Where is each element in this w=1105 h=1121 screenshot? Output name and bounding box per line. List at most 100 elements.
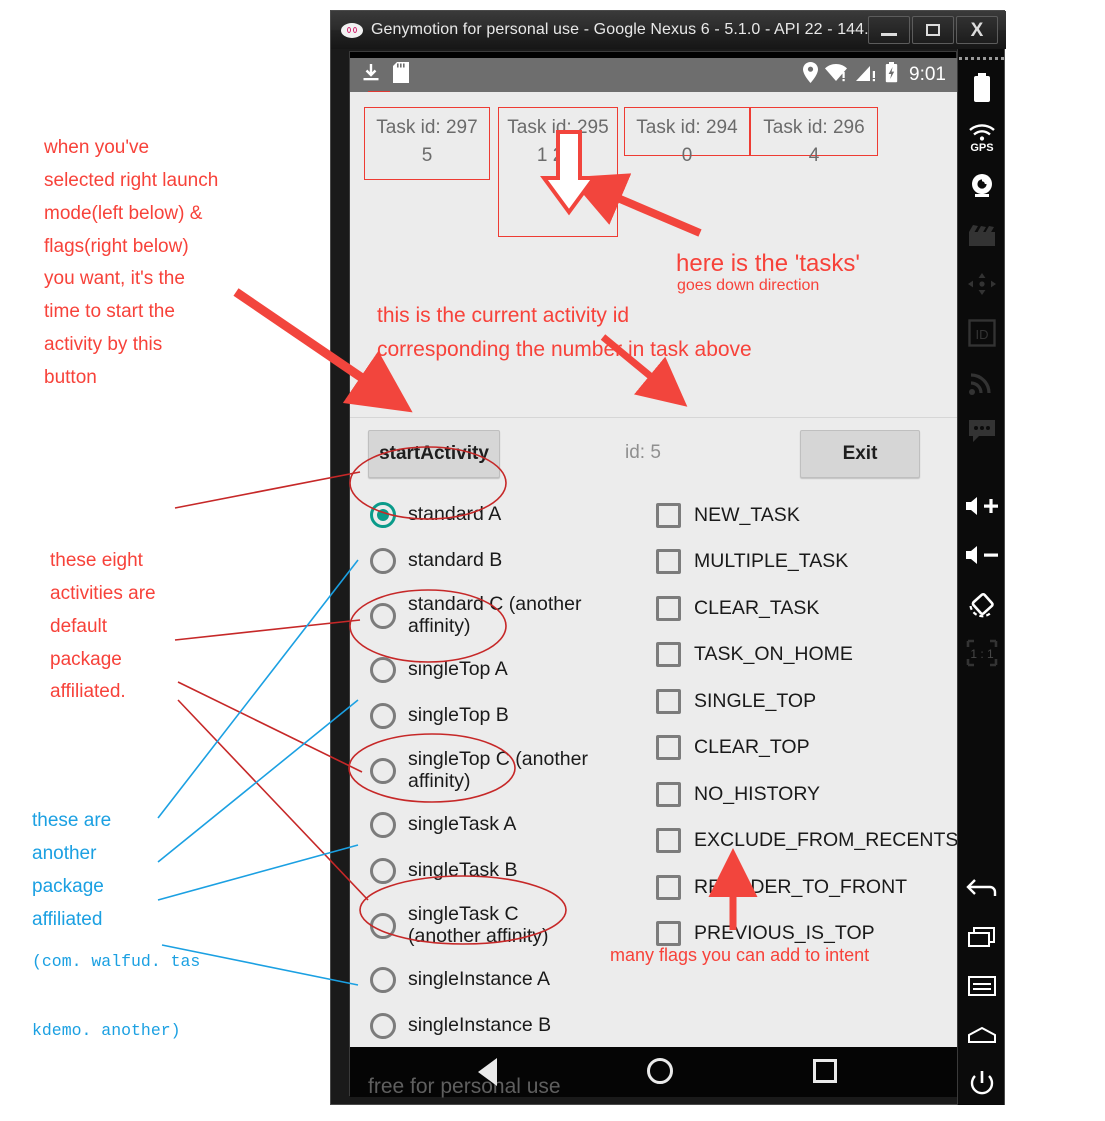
checkbox-label: EXCLUDE_FROM_RECENTS <box>694 829 959 852</box>
checkbox-icon <box>656 642 681 668</box>
trial-watermark: free for personal use <box>368 1075 561 1098</box>
location-pin-icon <box>803 62 819 88</box>
battery-charging-icon <box>885 62 898 88</box>
radio-label: singleTask A <box>408 813 517 836</box>
checkbox-label: NO_HISTORY <box>694 782 821 805</box>
radio-icon <box>370 858 396 884</box>
annotation-default-package-note: these eight activities are default packa… <box>50 550 156 703</box>
android-status-bar: 9:01 <box>350 58 958 92</box>
volume-down-icon[interactable] <box>958 530 1005 579</box>
checkbox-label: MULTIPLE_TASK <box>694 550 849 573</box>
radio-label: singleInstance A <box>408 968 551 991</box>
svg-text:ID: ID <box>975 327 988 342</box>
task-box[interactable]: Task id: 297 5 <box>364 107 490 180</box>
volume-up-icon[interactable] <box>958 481 1005 530</box>
radio-label: standard B <box>408 549 503 572</box>
task-title: Task id: 294 <box>636 117 738 138</box>
window-title: Genymotion for personal use - Google Nex… <box>371 21 878 38</box>
checkbox-icon <box>656 874 681 900</box>
radio-option-singletask-b[interactable]: singleTask B <box>364 848 654 894</box>
checkbox-icon <box>656 595 681 621</box>
checkbox-clear-task[interactable]: CLEAR_TASK <box>650 585 958 632</box>
gps-icon[interactable]: GPS <box>958 112 1005 161</box>
radio-icon <box>370 812 396 838</box>
power-icon[interactable] <box>958 1059 1005 1108</box>
toolbar-drag-handle[interactable] <box>958 53 1004 63</box>
checkbox-new-task[interactable]: NEW_TASK <box>650 492 958 539</box>
checkbox-no-history[interactable]: NO_HISTORY <box>650 771 958 818</box>
minimize-button[interactable] <box>868 16 910 44</box>
genymotion-toolbar: GPS ID 1: 1 <box>957 49 1004 1105</box>
genymotion-logo-icon <box>341 22 363 38</box>
identifiers-icon[interactable]: ID <box>958 308 1005 357</box>
radio-label: standard A <box>408 503 502 526</box>
current-activity-id: id: 5 <box>625 442 661 463</box>
wifi-alert-icon <box>825 63 849 88</box>
network-icon[interactable] <box>958 357 1005 406</box>
radio-label: singleTop A <box>408 658 508 681</box>
radio-option-singletop-b[interactable]: singleTop B <box>364 693 654 739</box>
task-box[interactable]: Task id: 295 1 2 3 <box>498 107 618 237</box>
radio-option-singletop-c[interactable]: singleTop C (another affinity) <box>364 739 654 802</box>
checkbox-clear-top[interactable]: CLEAR_TOP <box>650 725 958 772</box>
sms-phone-icon[interactable] <box>958 406 1005 455</box>
window-titlebar[interactable]: Genymotion for personal use - Google Nex… <box>331 11 1006 49</box>
checkbox-icon <box>656 688 681 714</box>
leader-line-another-3 <box>157 844 359 901</box>
checkbox-label: REORDER_TO_FRONT <box>694 875 908 898</box>
exit-button[interactable]: Exit <box>800 430 920 478</box>
radio-option-standard-a[interactable]: standard A <box>364 492 654 538</box>
checkbox-reorder-to-front[interactable]: REORDER_TO_FRONT <box>650 864 958 911</box>
radio-icon <box>370 703 396 729</box>
radio-icon <box>370 967 396 993</box>
download-icon <box>362 63 380 88</box>
checkbox-exclude-from-recents[interactable]: EXCLUDE_FROM_RECENTS <box>650 818 958 865</box>
checkbox-single-top[interactable]: SINGLE_TOP <box>650 678 958 725</box>
task-box[interactable]: Task id: 294 0 <box>624 107 750 166</box>
checkbox-icon <box>656 828 681 854</box>
battery-icon[interactable] <box>958 63 1005 112</box>
home-icon[interactable] <box>647 1058 673 1084</box>
dpad-icon[interactable] <box>958 259 1005 308</box>
rotate-icon[interactable] <box>958 579 1005 628</box>
maximize-button[interactable] <box>912 16 954 44</box>
recents-icon[interactable] <box>958 912 1005 961</box>
recents-icon[interactable] <box>813 1059 837 1083</box>
back-icon[interactable] <box>958 863 1005 912</box>
radio-option-standard-c[interactable]: standard C (another affinity) <box>364 584 654 647</box>
task-entries: 4 <box>808 144 820 166</box>
checkbox-multiple-task[interactable]: MULTIPLE_TASK <box>650 539 958 586</box>
home-icon[interactable] <box>958 1010 1005 1059</box>
radio-icon <box>370 602 396 629</box>
menu-icon[interactable] <box>958 961 1005 1010</box>
radio-option-singletop-a[interactable]: singleTop A <box>364 647 654 693</box>
app-content: Task id: 297 5 Task id: 295 1 2 3 Task i… <box>350 92 958 1101</box>
task-box[interactable]: Task id: 296 4 <box>750 107 878 166</box>
radio-label: singleInstance B <box>408 1014 552 1037</box>
radio-label: singleTask C (another affinity) <box>408 902 549 947</box>
radio-option-singleinstance-b[interactable]: singleInstance B <box>364 1003 654 1049</box>
radio-icon <box>370 657 396 683</box>
radio-icon <box>370 548 396 574</box>
radio-icon-selected <box>370 502 396 528</box>
checkbox-label: TASK_ON_HOME <box>694 643 853 666</box>
camera-icon[interactable] <box>958 161 1005 210</box>
radio-option-standard-b[interactable]: standard B <box>364 538 654 584</box>
signal-alert-icon <box>856 63 878 88</box>
close-button[interactable]: X <box>956 16 998 44</box>
checkbox-icon <box>656 781 681 807</box>
window-button-group: X <box>868 16 1000 44</box>
radio-option-singletask-a[interactable]: singleTask A <box>364 802 654 848</box>
radio-icon <box>370 912 396 939</box>
scale-1-1-icon[interactable]: 1 : 1 <box>958 628 1005 677</box>
back-icon[interactable] <box>478 1058 497 1086</box>
checkbox-task-on-home[interactable]: TASK_ON_HOME <box>650 632 958 679</box>
video-record-icon[interactable] <box>958 210 1005 259</box>
start-activity-button[interactable]: startActivity <box>368 430 500 478</box>
task-entries: 1 2 3 <box>536 144 580 166</box>
android-nav-bar: free for personal use <box>350 1047 958 1098</box>
tasks-area: Task id: 297 5 Task id: 295 1 2 3 Task i… <box>350 92 958 417</box>
checkbox-icon <box>656 549 681 575</box>
checkbox-icon <box>656 735 681 761</box>
annotation-flags-note: many flags you can add to intent <box>610 945 870 965</box>
